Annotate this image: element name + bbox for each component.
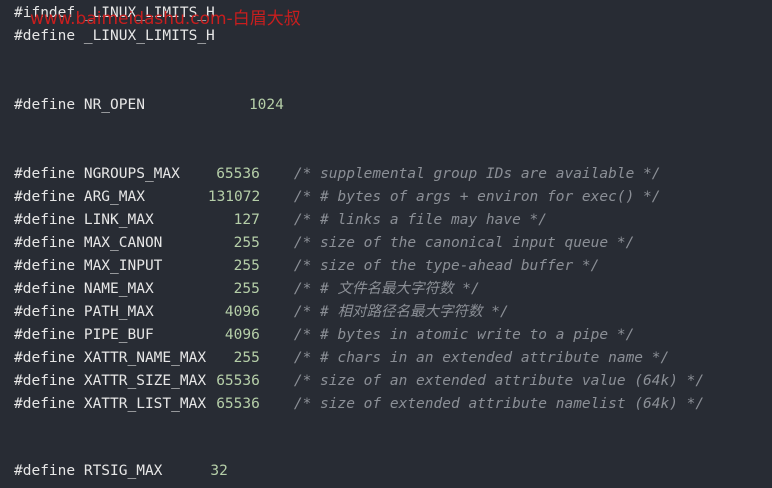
code-line-define: #define MAX_INPUT 255 /* size of the type-… [14,255,599,277]
code-comment: /* # 文件名最大字符数 */ [293,281,480,297]
code-editor[interactable]: #ifndef _LINUX_LIMITS_H #define _LINUX_L… [0,0,772,488]
code-line-rtsig-max: #define RTSIG_MAX 32 [14,460,228,482]
directive: #define [14,166,76,182]
macro-name: RTSIG_MAX [83,463,163,479]
code-comment: /* size of extended attribute namelist (… [293,396,705,412]
code-comment: /* supplemental group IDs are available … [293,166,661,182]
macro-value: 255 [233,281,260,297]
macro-name: PATH_MAX [83,304,154,320]
code-line-define: #define XATTR_SIZE_MAX 65536 /* size of an… [14,370,704,392]
macro-value: 127 [233,212,260,228]
macro-name: XATTR_SIZE_MAX [83,373,207,389]
macro-value: 4096 [224,304,260,320]
macro-value: 65536 [216,166,260,182]
macro-name: MAX_INPUT [83,258,163,274]
macro-value: 65536 [216,373,260,389]
watermark-text: www.baimeidashu.com-白眉大叔 [30,9,301,29]
directive: #define [14,396,76,412]
directive: #define [14,97,76,113]
macro-name: MAX_CANON [83,235,163,251]
directive: #define [14,327,76,343]
code-comment: /* size of the type-ahead buffer */ [293,258,600,274]
code-comment: /* # bytes in atomic write to a pipe */ [293,327,635,343]
code-comment: /* # links a file may have */ [293,212,548,228]
macro-name: NR_OPEN [83,97,145,113]
macro-name: _LINUX_LIMITS_H [83,28,215,44]
directive: #define [14,212,76,228]
directive: #define [14,463,76,479]
code-comment: /* size of the canonical input queue */ [293,235,635,251]
macro-name: PIPE_BUF [83,327,154,343]
code-line-define: #define PATH_MAX 4096 /* # 相对路径名最大字符数 */ [14,301,509,323]
directive: #define [14,235,76,251]
macro-value: 1024 [248,97,284,113]
code-comment: /* # bytes of args + environ for exec() … [293,189,661,205]
macro-name: LINK_MAX [83,212,154,228]
code-comment: /* size of an extended attribute value (… [293,373,705,389]
directive: #define [14,258,76,274]
code-line-define: #define PIPE_BUF 4096 /* # bytes in atomic… [14,324,634,346]
macro-value: 131072 [207,189,261,205]
code-line-define: #define NAME_MAX 255 /* # 文件名最大字符数 */ [14,278,480,300]
code-line-define: #define NGROUPS_MAX 65536 /* supplemental … [14,163,661,185]
macro-name: ARG_MAX [83,189,145,205]
code-line-define: #define LINK_MAX 127 /* # links a file may… [14,209,547,231]
directive: #define [14,281,76,297]
directive: #define [14,350,76,366]
code-line-define: #define ARG_MAX 131072 /* # bytes of args … [14,186,661,208]
macro-value: 255 [233,258,260,274]
directive: #define [14,373,76,389]
macro-name: NAME_MAX [83,281,154,297]
macro-name: XATTR_NAME_MAX [83,350,207,366]
macro-name: XATTR_LIST_MAX [83,396,207,412]
macro-value: 4096 [224,327,260,343]
macro-value: 65536 [216,396,260,412]
macro-value: 255 [233,235,260,251]
code-comment: /* # chars in an extended attribute name… [293,350,670,366]
code-line-define: #define XATTR_NAME_MAX 255 /* # chars in a… [14,347,669,369]
macro-value: 255 [233,350,260,366]
directive: #define [14,28,76,44]
code-line-define: #define XATTR_LIST_MAX 65536 /* size of ex… [14,393,704,415]
macro-value: 32 [210,463,228,479]
code-comment: /* # 相对路径名最大字符数 */ [293,304,509,320]
macro-name: NGROUPS_MAX [83,166,180,182]
code-line-define: #define MAX_CANON 255 /* size of the canon… [14,232,634,254]
directive: #define [14,304,76,320]
code-line-nr-open: #define NR_OPEN 1024 [14,94,284,116]
directive: #define [14,189,76,205]
